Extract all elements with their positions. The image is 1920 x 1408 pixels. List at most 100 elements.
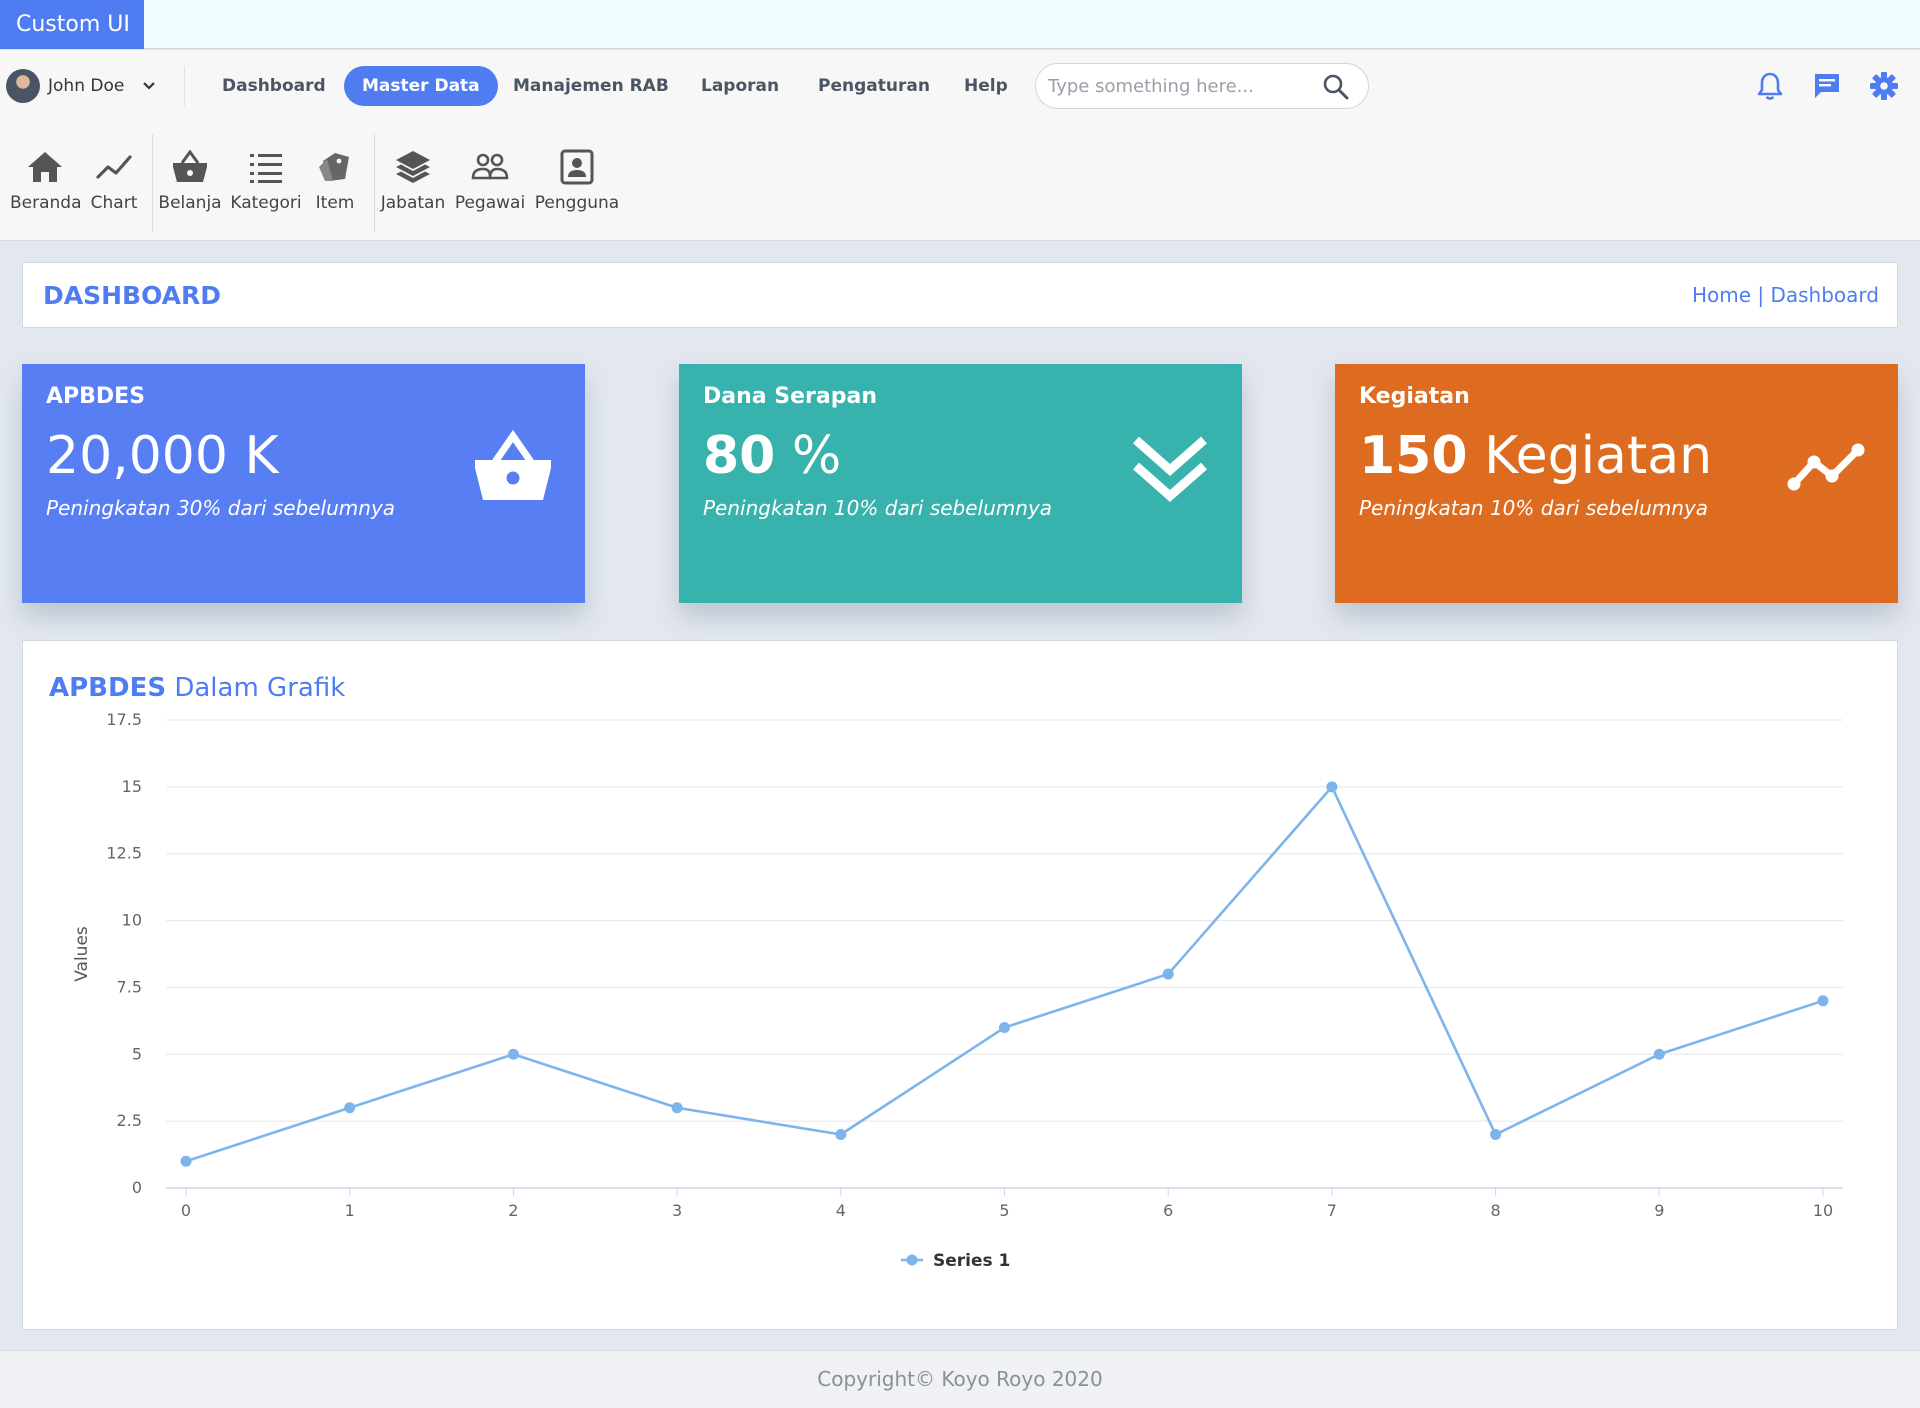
chevron-down-icon [143, 82, 156, 90]
ribbon-label: Beranda [10, 193, 82, 213]
avatar [6, 69, 40, 103]
x-tick-label: 9 [1654, 1201, 1664, 1220]
breadcrumb: Home | Dashboard [1692, 283, 1879, 307]
breadcrumb-home[interactable]: Home [1692, 283, 1751, 307]
data-point [999, 1022, 1010, 1034]
nav-manajemen-rab[interactable]: Manajemen RAB [513, 66, 669, 106]
chart-title-strong: APBDES [49, 673, 167, 703]
ribbon-label: Kategori [230, 193, 302, 213]
ribbon-chart[interactable]: Chart [84, 147, 144, 227]
search-input[interactable] [1048, 72, 1308, 100]
x-tick-label: 4 [836, 1201, 846, 1220]
basket-icon [173, 149, 207, 182]
breadcrumb-current[interactable]: Dashboard [1770, 283, 1879, 307]
card-title: Dana Serapan [703, 384, 877, 409]
card-subtitle: Peningkatan 10% dari sebelumnya [703, 496, 1053, 520]
data-point [1817, 995, 1829, 1007]
y-tick-label: 10 [122, 911, 142, 930]
ribbon-pegawai[interactable]: Pegawai [454, 147, 526, 227]
line-chart: 0 2.5 5 7.5 10 12.5 15 17.5 0 1 2 3 4 5 6 7 8 9 10 Values Se… [72, 710, 1843, 1271]
y-tick-label: 0 [132, 1178, 142, 1197]
y-tick-label: 7.5 [117, 977, 142, 996]
card-subtitle: Peningkatan 30% dari sebelumnya [46, 496, 396, 520]
legend-label: Series 1 [933, 1251, 1010, 1271]
user-name: John Doe [48, 76, 125, 96]
tags-icon [319, 153, 349, 181]
ribbon-jabatan[interactable]: Jabatan [380, 147, 446, 227]
data-point [1653, 1048, 1665, 1060]
data-point [1162, 968, 1174, 980]
nav-pengaturan[interactable]: Pengaturan [818, 66, 930, 106]
ribbon-label: Pegawai [454, 193, 526, 213]
x-tick-label: 2 [508, 1201, 518, 1220]
chart-title-rest: Dalam Grafik [166, 673, 346, 703]
y-axis-label: Values [72, 926, 92, 982]
footer-copyright: Copyright© Koyo Royo 2020 [817, 1367, 1103, 1391]
y-tick-label: 17.5 [106, 710, 142, 729]
card-value-strong: 80 [703, 426, 776, 486]
footer: Copyright© Koyo Royo 2020 [0, 1350, 1920, 1408]
user-menu[interactable]: John Doe [6, 68, 156, 104]
y-tick-label: 12.5 [106, 844, 142, 863]
ribbon-kategori[interactable]: Kategori [228, 147, 304, 227]
card-title: Kegiatan [1359, 384, 1470, 409]
card-value-rest: Kegiatan [1467, 426, 1713, 486]
stat-card-dana-serapan: Dana Serapan 80 % Peningkatan 10% dari s… [679, 364, 1242, 603]
breadcrumb-separator: | [1751, 283, 1771, 307]
ribbon-item[interactable]: Item [308, 147, 362, 227]
x-tick-label: 8 [1491, 1201, 1501, 1220]
series-line [185, 785, 1824, 1163]
card-value: 150 Kegiatan [1359, 426, 1712, 486]
search-box [1035, 63, 1369, 109]
ribbon-toolbar: Beranda Chart Belanja Kategori Item Jaba… [0, 122, 1920, 241]
card-title: APBDES [46, 384, 146, 409]
nav-help[interactable]: Help [964, 66, 1008, 106]
basket-icon [475, 429, 551, 500]
ribbon-divider [374, 134, 375, 232]
nav-laporan[interactable]: Laporan [701, 66, 779, 106]
ribbon-label: Belanja [158, 193, 222, 213]
x-tick-label: 10 [1813, 1201, 1833, 1220]
x-tick-label: 1 [345, 1201, 355, 1220]
stat-card-kegiatan: Kegiatan 150 Kegiatan Peningkatan 10% da… [1335, 364, 1898, 603]
card-value-strong: 150 [1359, 426, 1468, 486]
people-icon [471, 153, 509, 180]
bell-icon[interactable] [1754, 70, 1786, 102]
list-icon [250, 154, 282, 183]
layers-icon [396, 151, 430, 183]
card-value: 20,000 K [46, 426, 279, 486]
page-header: DASHBOARD Home | Dashboard [22, 262, 1898, 328]
line-chart-icon [96, 155, 132, 179]
double-chevron-down-icon [1133, 436, 1207, 503]
x-tick-label: 3 [672, 1201, 682, 1220]
trend-icon [1787, 443, 1865, 491]
y-tick-label: 15 [122, 777, 142, 796]
title-bar: Custom UI [0, 0, 1920, 49]
gear-icon[interactable] [1868, 70, 1900, 102]
nav-divider [184, 66, 185, 106]
chart-title: APBDES Dalam Grafik [49, 673, 345, 703]
card-subtitle: Peningkatan 10% dari sebelumnya [1359, 496, 1709, 520]
ribbon-beranda[interactable]: Beranda [10, 147, 82, 227]
data-point [1490, 1129, 1502, 1141]
card-value: 80 % [703, 426, 841, 486]
data-point [671, 1102, 683, 1114]
ribbon-label: Jabatan [380, 193, 446, 213]
user-box-icon [560, 149, 594, 185]
ribbon-belanja[interactable]: Belanja [158, 147, 222, 227]
data-point [1326, 781, 1338, 793]
card-value-rest: 20,000 K [46, 426, 279, 486]
nav-master-data[interactable]: Master Data [344, 66, 498, 106]
nav-dashboard[interactable]: Dashboard [222, 66, 326, 106]
ribbon-label: Item [315, 193, 355, 213]
ribbon-label: Pengguna [534, 193, 620, 213]
ribbon-label: Chart [90, 193, 138, 213]
page-title: DASHBOARD [43, 281, 222, 310]
chart-panel: 0 2.5 5 7.5 10 12.5 15 17.5 0 1 2 3 4 5 6 7 8 9 10 Values Se… [22, 640, 1898, 1330]
ribbon-pengguna[interactable]: Pengguna [534, 147, 620, 227]
message-icon[interactable] [1811, 70, 1843, 102]
home-icon [28, 152, 62, 182]
ribbon-divider [152, 134, 153, 232]
search-icon[interactable] [1322, 73, 1350, 101]
x-tick-label: 6 [1163, 1201, 1173, 1220]
